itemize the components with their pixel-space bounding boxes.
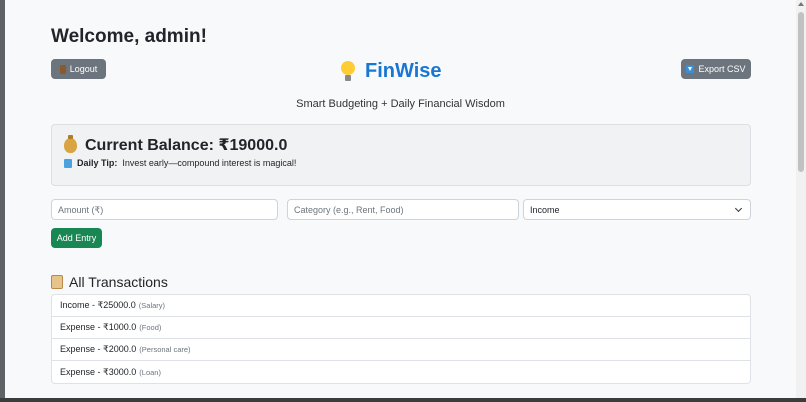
tip-label: Daily Tip: (77, 158, 118, 168)
brand-name: FinWise (365, 60, 442, 82)
scroll-up-icon[interactable] (798, 2, 804, 6)
transaction-text: Income - ₹25000.0 (60, 300, 136, 310)
bottom-bar (0, 398, 806, 402)
add-entry-button[interactable]: Add Entry (51, 228, 102, 248)
welcome-heading: Welcome, admin! (51, 26, 207, 47)
tip-text: Invest early—compound interest is magica… (122, 158, 297, 168)
download-icon (686, 65, 695, 73)
transactions-header: All Transactions (51, 274, 168, 290)
logout-button[interactable]: Logout (51, 59, 106, 79)
transaction-category: (Salary) (138, 301, 166, 310)
list-item: Expense - ₹3000.0 (Loan) (52, 361, 750, 383)
transaction-text: Expense - ₹1000.0 (60, 322, 137, 332)
balance-card: Current Balance: ₹19000.0 Daily Tip: Inv… (51, 124, 751, 186)
transactions-title: All Transactions (69, 274, 168, 290)
page: Welcome, admin! Logout FinWise Export CS… (5, 0, 796, 398)
list-item: Expense - ₹1000.0 (Food) (52, 317, 750, 339)
book-icon (64, 158, 72, 168)
list-item: Expense - ₹2000.0 (Personal care) (52, 339, 750, 361)
lightbulb-icon (341, 60, 355, 83)
logout-label: Logout (69, 64, 98, 74)
current-balance: Current Balance: ₹19000.0 (85, 137, 288, 154)
transaction-category: (Personal care) (139, 345, 191, 354)
scroll-icon (51, 275, 63, 289)
door-icon (59, 64, 66, 74)
daily-tip: Daily Tip: Invest early—compound interes… (64, 158, 296, 168)
scrollbar[interactable] (796, 0, 806, 398)
list-item: Income - ₹25000.0 (Salary) (52, 295, 750, 317)
transaction-text: Expense - ₹3000.0 (60, 366, 137, 377)
type-select-value: Income (530, 204, 560, 215)
export-label: Export CSV (698, 64, 746, 74)
type-select[interactable]: Income (523, 199, 751, 220)
balance-row: Current Balance: ₹19000.0 (64, 134, 288, 155)
transaction-category: (Loan) (139, 367, 161, 377)
chevron-down-icon (734, 204, 743, 213)
transaction-category: (Food) (139, 323, 162, 332)
brand: FinWise (341, 60, 442, 83)
money-bag-icon (64, 134, 77, 153)
export-csv-button[interactable]: Export CSV (681, 59, 751, 79)
tagline: Smart Budgeting + Daily Financial Wisdom (296, 98, 505, 110)
transactions-list: Income - ₹25000.0 (Salary) Expense - ₹10… (51, 294, 751, 384)
amount-input[interactable] (51, 199, 278, 220)
scroll-thumb[interactable] (798, 12, 804, 172)
transaction-text: Expense - ₹2000.0 (60, 344, 137, 354)
category-input[interactable] (287, 199, 519, 220)
